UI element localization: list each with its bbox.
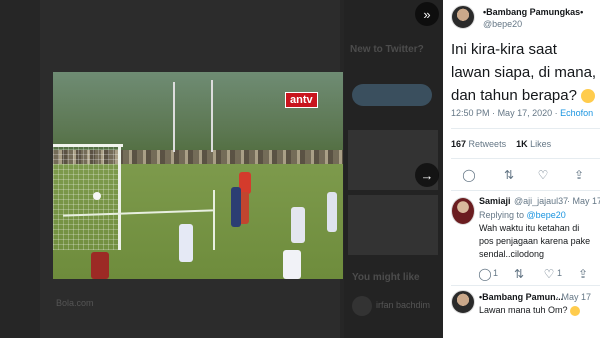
retweet-icon[interactable]: ⇅ bbox=[499, 165, 519, 185]
bg-caption: Bola.com bbox=[56, 298, 94, 308]
reply-like-count: 1 bbox=[557, 268, 563, 278]
player-white-2 bbox=[327, 192, 337, 232]
tweet-author[interactable]: •Bambang Pamungkas• @bepe20 bbox=[451, 2, 600, 32]
reply-date: · May 17 bbox=[567, 196, 600, 206]
player-blue bbox=[231, 187, 241, 227]
reply-text: Wah waktu itu ketahan di pos penjagaan k… bbox=[479, 223, 591, 259]
player-white bbox=[291, 207, 305, 243]
like-icon[interactable]: ♡ bbox=[533, 165, 553, 185]
tweet-time[interactable]: 12:50 PM bbox=[451, 108, 490, 118]
meta-dot-2: · bbox=[554, 108, 558, 118]
author-handle[interactable]: @bepe20 bbox=[483, 19, 522, 29]
tweet-stats: 167 Retweets 1K Likes bbox=[451, 139, 551, 149]
reply-author-handle[interactable]: @aji_jajaul37 bbox=[514, 196, 568, 206]
reply-item[interactable]: Samiaji @aji_jajaul37 · May 17 Replying … bbox=[443, 194, 600, 284]
video-box-line-2 bbox=[213, 190, 215, 250]
retweets-stat[interactable]: 167 Retweets bbox=[451, 139, 506, 149]
author-name[interactable]: •Bambang Pamungkas• bbox=[483, 7, 583, 17]
bg-photo-grid-2 bbox=[348, 195, 438, 255]
divider bbox=[451, 128, 600, 129]
player-white-foreground bbox=[283, 250, 301, 279]
retweets-label: Retweets bbox=[468, 139, 507, 149]
reply-item[interactable]: •Bambang Pamun... · May 17 Lawan mana tu… bbox=[443, 288, 600, 338]
divider-4 bbox=[451, 285, 600, 286]
replying-handle[interactable]: @bepe20 bbox=[527, 210, 566, 220]
video-light-pole bbox=[173, 82, 175, 152]
reply-author-name[interactable]: Samiaji bbox=[479, 196, 511, 206]
video-goal-net bbox=[53, 145, 121, 250]
double-chevron-right-icon: » bbox=[423, 6, 431, 22]
thinking-face-icon bbox=[581, 89, 596, 104]
reply-date: · May 17 bbox=[556, 292, 592, 302]
reply-icon[interactable]: ◯ bbox=[459, 165, 479, 185]
likes-stat[interactable]: 1K Likes bbox=[516, 139, 551, 149]
reply-text: Lawan mana tuh Om? bbox=[479, 304, 581, 316]
tweet-body: Ini kira-kira saat lawan siapa, di mana,… bbox=[451, 41, 597, 104]
bg-suggest-avatar bbox=[352, 296, 372, 316]
video-light-pole-2 bbox=[211, 80, 213, 152]
tweet-source[interactable]: Echofon bbox=[560, 108, 593, 118]
reply-like-icon[interactable]: ♡ bbox=[539, 264, 559, 284]
lightbox-screen: New to Twitter? You might like irfan bac… bbox=[0, 0, 600, 338]
tweet-video-frame[interactable]: antv bbox=[53, 72, 343, 279]
tweet-date[interactable]: May 17, 2020 bbox=[498, 108, 553, 118]
divider-3 bbox=[451, 190, 600, 191]
video-goal-crossbar bbox=[53, 144, 123, 147]
share-icon[interactable]: ⇪ bbox=[569, 165, 589, 185]
bg-sidebar-title: New to Twitter? bbox=[350, 44, 424, 55]
reply-date-text: May 17 bbox=[561, 292, 592, 302]
player-red-foreground bbox=[91, 252, 109, 279]
next-media-button[interactable]: → bbox=[415, 163, 439, 187]
arrow-right-icon: → bbox=[420, 167, 434, 183]
player-white-3 bbox=[179, 224, 193, 262]
reply-avatar[interactable] bbox=[451, 290, 475, 314]
likes-label: Likes bbox=[530, 139, 552, 149]
author-avatar[interactable] bbox=[451, 5, 475, 29]
replying-to: Replying to @bepe20 bbox=[479, 209, 566, 221]
likes-count: 1K bbox=[516, 139, 528, 149]
tweet-meta: 12:50 PM · May 17, 2020 · Echofon bbox=[451, 108, 593, 118]
reply-author-name[interactable]: •Bambang Pamun... bbox=[479, 292, 563, 302]
reply-avatar[interactable] bbox=[451, 197, 475, 225]
meta-dot: · bbox=[492, 108, 496, 118]
reply-reply-icon[interactable]: ◯ bbox=[475, 264, 495, 284]
reply-body: Lawan mana tuh Om? bbox=[479, 305, 568, 315]
reply-share-icon[interactable]: ⇪ bbox=[573, 264, 593, 284]
reply-retweet-icon[interactable]: ⇅ bbox=[509, 264, 529, 284]
bg-signup-button bbox=[352, 84, 432, 106]
tweet-text: Ini kira-kira saat lawan siapa, di mana,… bbox=[451, 38, 597, 107]
collapse-panel-button[interactable]: » bbox=[415, 2, 439, 26]
tweet-detail-panel: •Bambang Pamungkas• @bepe20 Ini kira-kir… bbox=[443, 0, 600, 338]
divider-2 bbox=[451, 158, 600, 159]
bg-suggest-name: irfan bachdim bbox=[376, 300, 431, 310]
bg-trends-title: You might like bbox=[352, 272, 420, 283]
reply-reply-count: 1 bbox=[493, 268, 499, 278]
replying-label: Replying to bbox=[479, 210, 525, 220]
tweet-actions: ◯ ⇅ ♡ ⇪ bbox=[443, 165, 600, 185]
retweets-count: 167 bbox=[451, 139, 467, 149]
thinking-face-icon bbox=[570, 305, 581, 316]
reply-date-text: May 17 bbox=[572, 196, 600, 206]
channel-logo: antv bbox=[285, 92, 318, 108]
football bbox=[93, 192, 101, 200]
